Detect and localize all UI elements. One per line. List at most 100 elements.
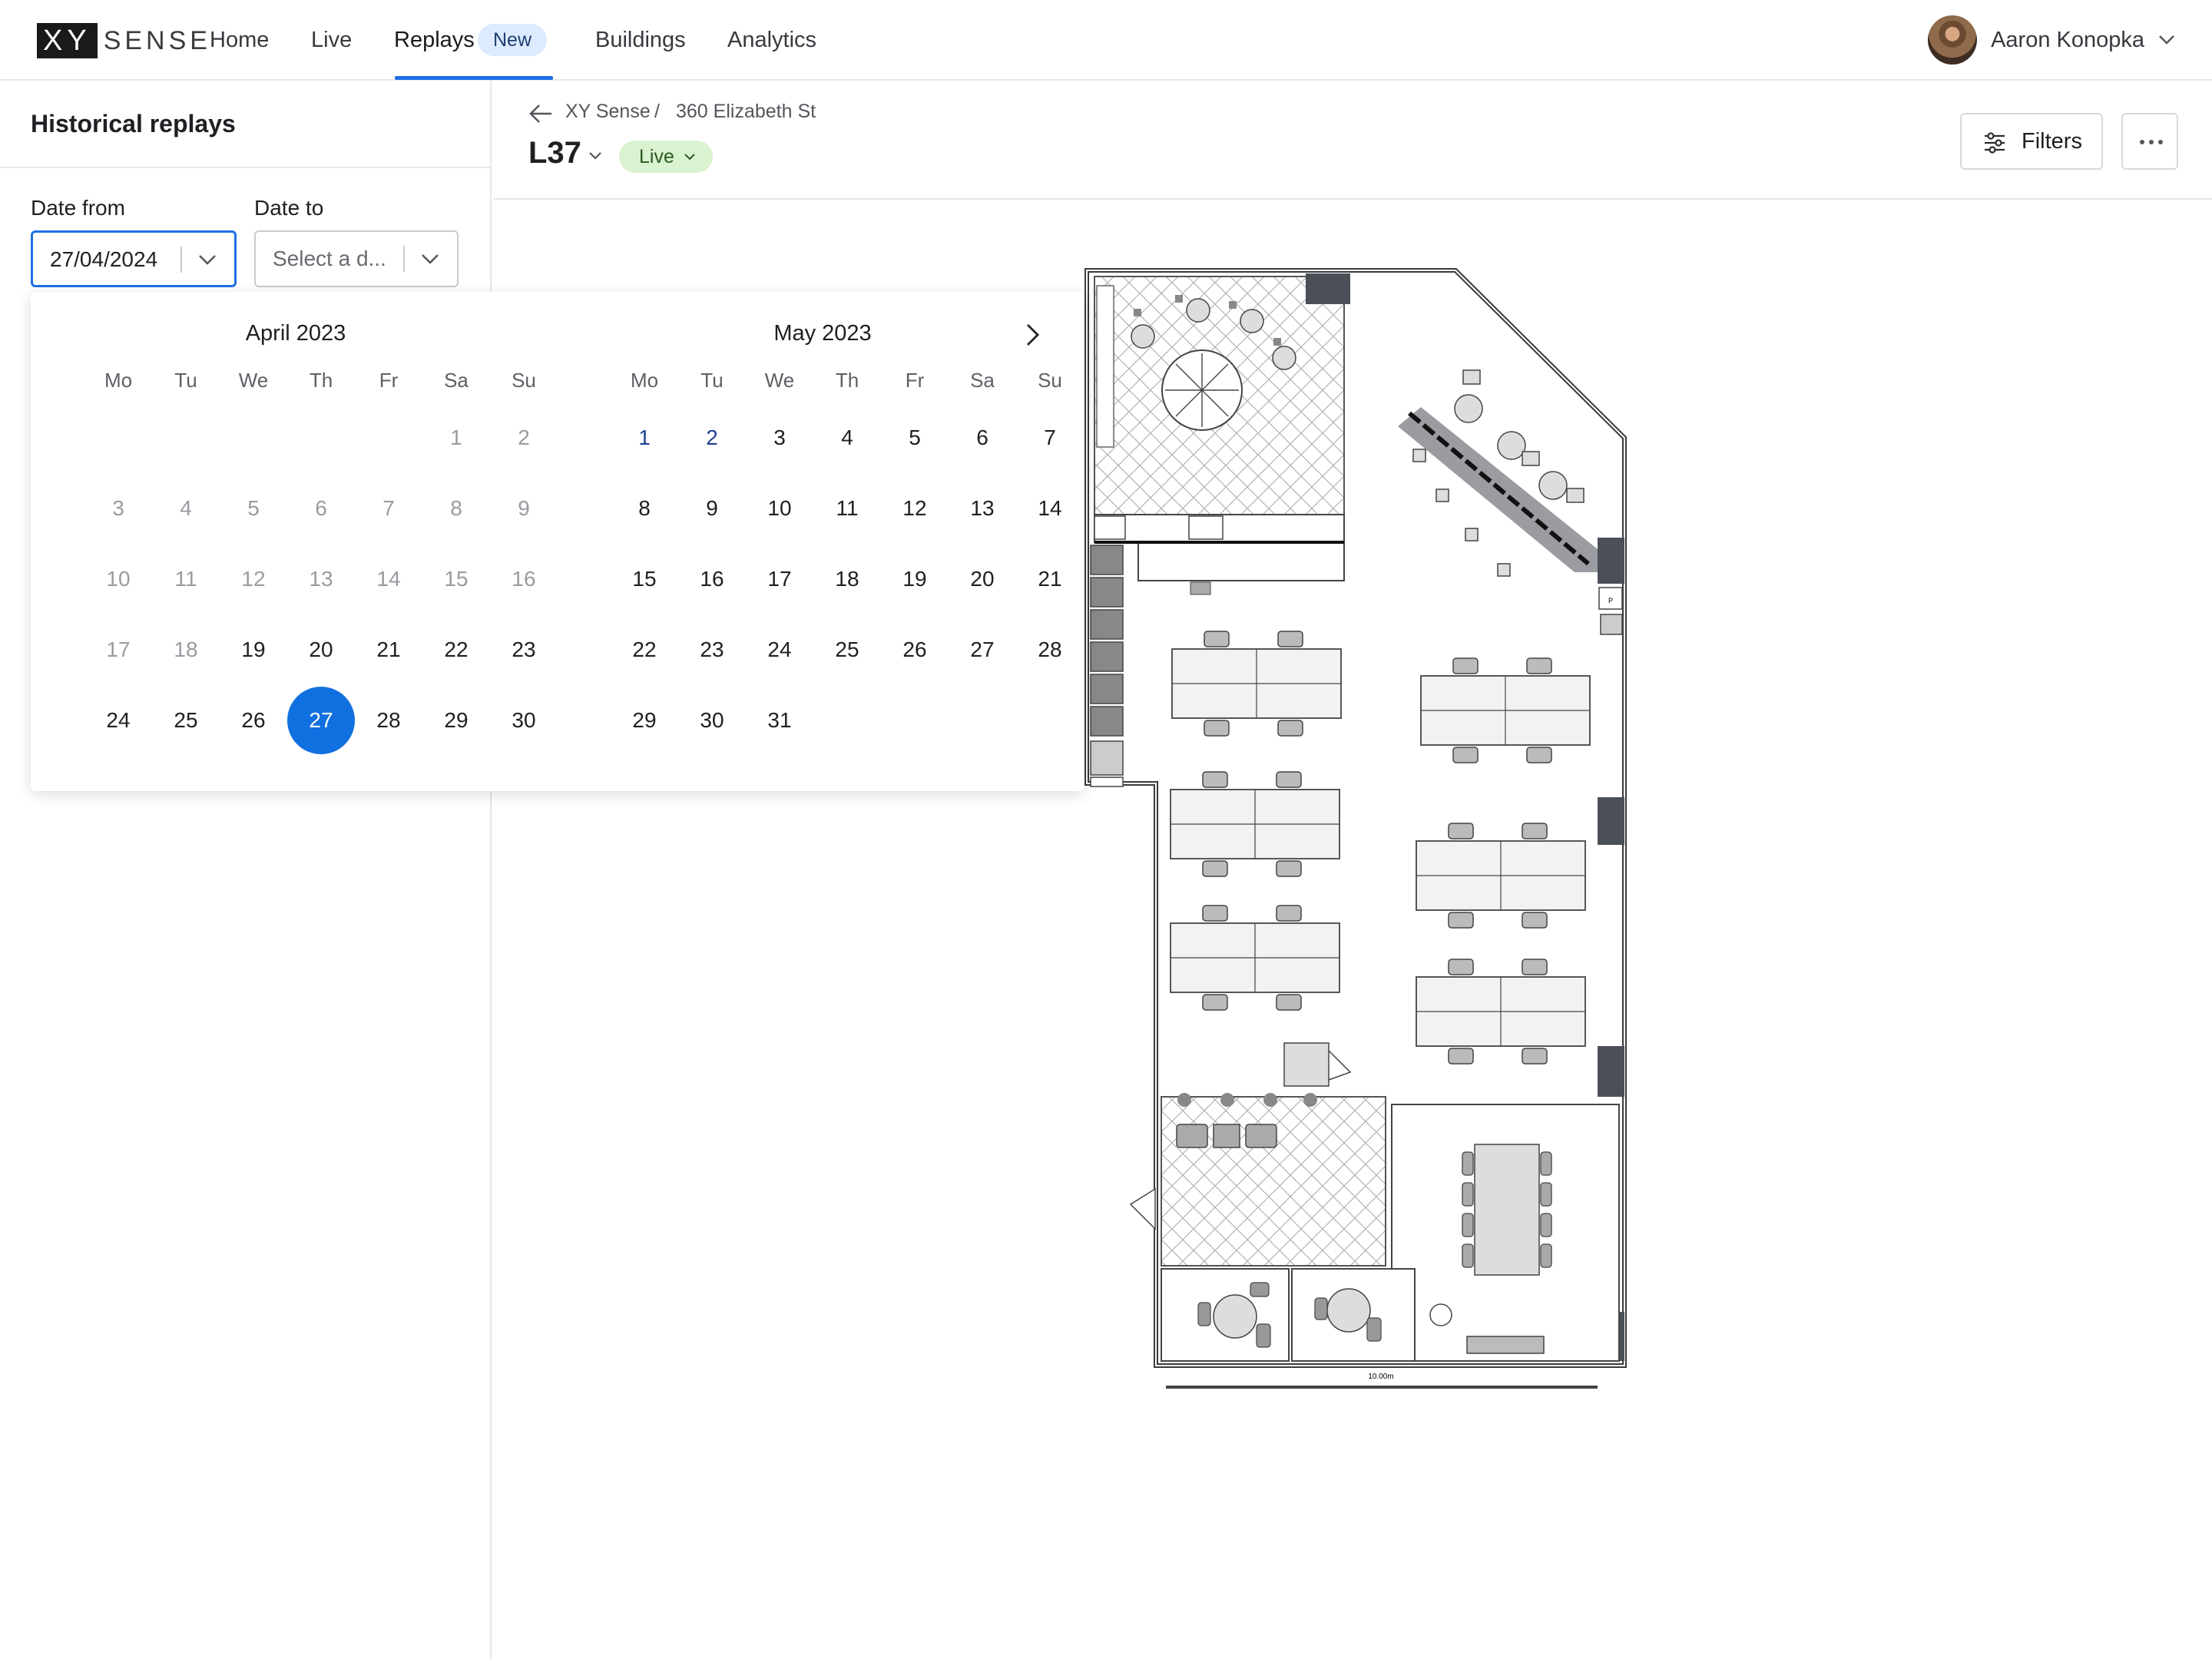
date-from-value: 27/04/2024	[50, 247, 158, 271]
calendar-day[interactable]: 18	[152, 616, 220, 684]
calendar-day[interactable]: 7	[355, 475, 422, 542]
calendar-day[interactable]: 30	[490, 687, 558, 754]
calendar-day[interactable]: 6	[949, 404, 1016, 472]
weekday-header: Th	[835, 369, 859, 392]
calendar-day[interactable]: 3	[746, 404, 813, 472]
calendar-day[interactable]: 7	[1016, 404, 1084, 472]
calendar-day[interactable]: 3	[84, 475, 152, 542]
xy-sense-logo[interactable]: XY SENSE	[37, 23, 211, 58]
nav-replays[interactable]: Replays	[394, 0, 475, 81]
chevron-right-icon[interactable]	[1017, 320, 1048, 350]
weekday-header: We	[238, 369, 269, 392]
calendar-day[interactable]: 25	[813, 616, 881, 684]
calendar-day[interactable]: 14	[355, 545, 422, 613]
scale-label: 10.00m	[1368, 1373, 1393, 1381]
calendar-day[interactable]: 2	[490, 404, 558, 472]
calendar-day[interactable]: 24	[84, 687, 152, 754]
calendar-day[interactable]: 20	[949, 545, 1016, 613]
date-from-input[interactable]: 27/04/2024	[31, 230, 237, 287]
weekday-header: Th	[309, 369, 333, 392]
filters-label: Filters	[2022, 129, 2082, 154]
arrow-left-icon[interactable]	[528, 102, 553, 125]
nav-live[interactable]: Live	[311, 0, 352, 81]
calendar-day[interactable]: 31	[746, 687, 813, 754]
weekday-header: Su	[512, 369, 536, 392]
calendar-day[interactable]: 15	[611, 545, 678, 613]
calendar-day[interactable]: 30	[678, 687, 746, 754]
date-to-label: Date to	[254, 196, 324, 220]
calendar-day[interactable]: 24	[746, 616, 813, 684]
calendar-day[interactable]: 13	[949, 475, 1016, 542]
calendar-day[interactable]: 25	[152, 687, 220, 754]
breadcrumb-building[interactable]: 360 Elizabeth St	[676, 101, 816, 123]
calendar-day[interactable]: 10	[746, 475, 813, 542]
calendar-day[interactable]: 4	[813, 404, 881, 472]
calendar-day[interactable]: 23	[678, 616, 746, 684]
calendar-day[interactable]: 26	[881, 616, 949, 684]
calendar-day[interactable]: 17	[84, 616, 152, 684]
nav-home[interactable]: Home	[210, 0, 269, 81]
calendar-day[interactable]: 20	[287, 616, 355, 684]
divider	[180, 247, 182, 273]
calendar-day[interactable]: 26	[220, 687, 287, 754]
date-from-label: Date from	[31, 196, 125, 220]
calendar-day[interactable]: 12	[220, 545, 287, 613]
user-name: Aaron Konopka	[1991, 27, 2144, 52]
weekday-header: Mo	[630, 369, 659, 392]
more-horizontal-icon	[2140, 140, 2163, 144]
breadcrumb-org[interactable]: XY Sense	[565, 101, 651, 123]
calendar-day[interactable]: 28	[1016, 616, 1084, 684]
user-menu[interactable]: Aaron Konopka	[1928, 15, 2175, 65]
chevron-down-icon[interactable]	[197, 250, 217, 270]
calendar-day[interactable]: 8	[422, 475, 490, 542]
chevron-down-icon[interactable]	[588, 151, 602, 161]
calendar-day[interactable]: 21	[1016, 545, 1084, 613]
calendar-day[interactable]: 23	[490, 616, 558, 684]
calendar-day[interactable]: 1	[611, 404, 678, 472]
calendar-day[interactable]: 1	[422, 404, 490, 472]
calendar-day[interactable]: 13	[287, 545, 355, 613]
calendar-day[interactable]: 2	[678, 404, 746, 472]
calendar-day[interactable]: 9	[490, 475, 558, 542]
calendar-day[interactable]: 10	[84, 545, 152, 613]
calendar-day[interactable]: 28	[355, 687, 422, 754]
calendar-day[interactable]: 8	[611, 475, 678, 542]
calendar-day[interactable]: 12	[881, 475, 949, 542]
filters-button[interactable]: Filters	[1960, 113, 2103, 170]
divider	[0, 167, 490, 168]
calendar-day[interactable]: 4	[152, 475, 220, 542]
calendar-day[interactable]: 9	[678, 475, 746, 542]
calendar-day[interactable]: 19	[881, 545, 949, 613]
floor-title[interactable]: L37	[528, 136, 581, 171]
calendar-day[interactable]: 29	[611, 687, 678, 754]
calendar-day[interactable]: 17	[746, 545, 813, 613]
nav-analytics[interactable]: Analytics	[727, 0, 816, 81]
calendar-day[interactable]: 16	[490, 545, 558, 613]
calendar-day[interactable]: 14	[1016, 475, 1084, 542]
calendar-day[interactable]: 5	[220, 475, 287, 542]
chevron-down-icon[interactable]	[420, 249, 440, 269]
calendar-day[interactable]: 27	[949, 616, 1016, 684]
live-status-badge[interactable]: Live	[619, 141, 713, 173]
floor-plan-map[interactable]: P 10.00m	[1075, 261, 1644, 1398]
calendar-day[interactable]: 22	[422, 616, 490, 684]
more-options-button[interactable]	[2121, 113, 2178, 170]
calendar-day[interactable]: 21	[355, 616, 422, 684]
calendar-day[interactable]: 16	[678, 545, 746, 613]
calendar-day[interactable]: 29	[422, 687, 490, 754]
calendar-day[interactable]: 22	[611, 616, 678, 684]
nav-buildings[interactable]: Buildings	[595, 0, 686, 81]
calendar-day[interactable]: 11	[813, 475, 881, 542]
date-to-placeholder: Select a d...	[273, 247, 386, 270]
calendar-day[interactable]: 19	[220, 616, 287, 684]
weekday-header: Mo	[104, 369, 133, 392]
calendar-day[interactable]: 18	[813, 545, 881, 613]
calendar-day[interactable]: 27	[287, 687, 355, 754]
calendar-day[interactable]: 6	[287, 475, 355, 542]
calendar-day[interactable]: 5	[881, 404, 949, 472]
sliders-icon	[1985, 132, 2005, 154]
calendar-day[interactable]: 11	[152, 545, 220, 613]
top-navigation: XY SENSE Home Live Replays New Buildings…	[0, 0, 2212, 81]
date-to-input[interactable]: Select a d...	[254, 230, 459, 287]
calendar-day[interactable]: 15	[422, 545, 490, 613]
